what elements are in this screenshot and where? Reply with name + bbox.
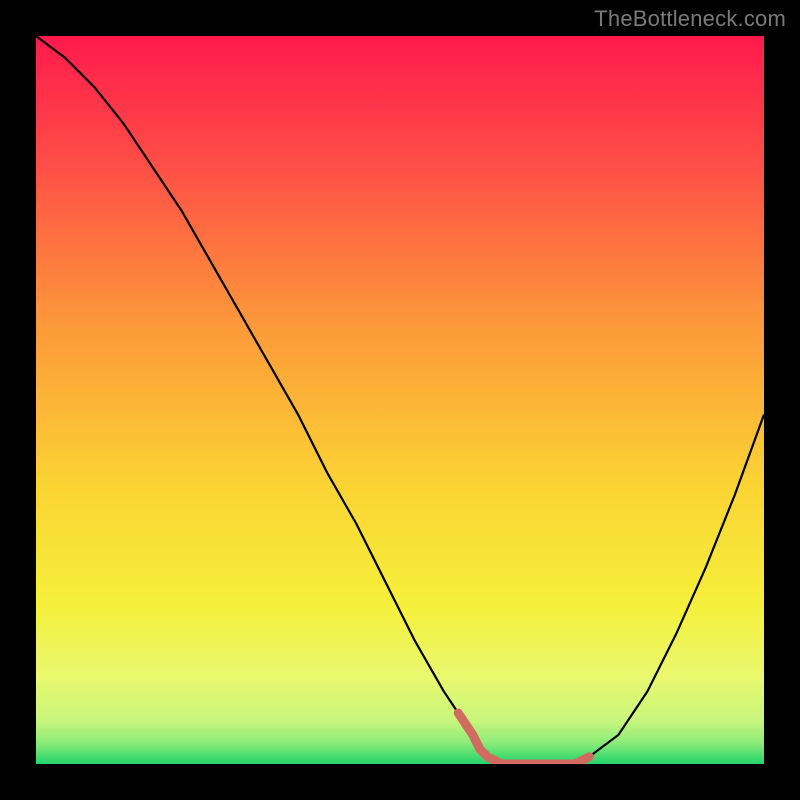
watermark-text: TheBottleneck.com (594, 6, 786, 32)
plot-area (36, 36, 764, 764)
gradient-background (36, 36, 764, 764)
chart-frame: TheBottleneck.com (0, 0, 800, 800)
bottleneck-chart (36, 36, 764, 764)
